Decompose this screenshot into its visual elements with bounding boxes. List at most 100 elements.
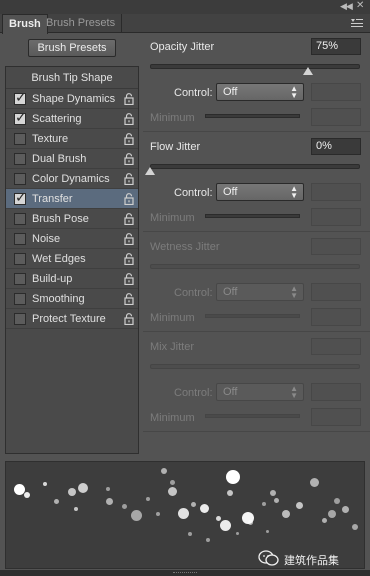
mix-jitter-control-dropdown[interactable]: Off ▲ ▼	[216, 383, 304, 401]
lock-icon[interactable]	[124, 253, 134, 266]
mix-jitter-slider[interactable]	[150, 364, 360, 369]
resize-grip-icon[interactable]	[173, 572, 197, 574]
opacity-jitter-slider[interactable]	[150, 64, 360, 69]
option-label[interactable]: Transfer	[32, 189, 73, 209]
option-smoothing[interactable]: Smoothing	[6, 289, 138, 309]
option-texture[interactable]: Texture	[6, 129, 138, 149]
option-label[interactable]: Color Dynamics	[32, 169, 110, 189]
option-label[interactable]: Shape Dynamics	[32, 89, 115, 109]
dropdown-arrows-icon: ▲ ▼	[290, 284, 298, 300]
option-checkbox[interactable]	[14, 90, 27, 106]
option-wet-edges[interactable]: Wet Edges	[6, 249, 138, 269]
lock-icon[interactable]	[124, 133, 134, 146]
option-checkbox[interactable]	[14, 293, 26, 305]
section-divider	[143, 131, 370, 132]
lock-icon[interactable]	[124, 233, 134, 246]
lock-icon[interactable]	[124, 153, 134, 166]
brush-dab	[78, 483, 88, 493]
mix-jitter-control-field[interactable]	[311, 383, 361, 401]
option-checkbox[interactable]	[14, 313, 26, 325]
lock-icon[interactable]	[124, 113, 134, 126]
option-label[interactable]: Dual Brush	[32, 149, 86, 169]
option-transfer[interactable]: Transfer	[6, 189, 138, 209]
option-checkbox[interactable]	[14, 213, 26, 225]
lock-icon[interactable]	[124, 173, 134, 186]
option-label[interactable]: Build-up	[32, 269, 72, 289]
option-label[interactable]: Scattering	[32, 109, 82, 129]
opacity-jitter-minimum-slider[interactable]	[205, 114, 300, 118]
lock-icon[interactable]	[124, 273, 134, 286]
opacity-jitter-value-field[interactable]: 75%	[311, 38, 361, 55]
lock-icon[interactable]	[124, 293, 134, 306]
brush-dab	[310, 478, 319, 487]
brush-presets-button[interactable]: Brush Presets	[28, 39, 116, 57]
option-color-dynamics[interactable]: Color Dynamics	[6, 169, 138, 189]
option-checkbox[interactable]	[14, 273, 26, 285]
flow-jitter-slider-thumb[interactable]	[145, 167, 155, 175]
option-label[interactable]: Texture	[32, 129, 68, 149]
brush-tip-shape-item[interactable]: Brush Tip Shape	[6, 67, 138, 89]
brush-dab	[236, 532, 239, 535]
collapse-panel-icon[interactable]: ◀◀	[340, 1, 353, 12]
wetness-jitter-value-field[interactable]	[311, 238, 361, 255]
wetness-jitter-slider[interactable]	[150, 264, 360, 269]
wetness-jitter-control-field[interactable]	[311, 283, 361, 301]
wetness-jitter-control-dropdown[interactable]: Off ▲ ▼	[216, 283, 304, 301]
lock-icon[interactable]	[124, 93, 134, 106]
option-checkbox[interactable]	[14, 110, 27, 126]
lock-icon[interactable]	[124, 313, 134, 326]
control-value: Off	[223, 186, 238, 198]
tab-brush-presets[interactable]: Brush Presets	[40, 14, 123, 33]
opacity-jitter-control-field[interactable]	[311, 83, 361, 101]
option-noise[interactable]: Noise	[6, 229, 138, 249]
flow-jitter-minimum-slider[interactable]	[205, 214, 300, 218]
option-label[interactable]: Noise	[32, 229, 60, 249]
flow-jitter-value-field[interactable]: 0%	[311, 138, 361, 155]
option-checkbox[interactable]	[14, 133, 26, 145]
brush-dab	[270, 490, 276, 496]
option-protect-texture[interactable]: Protect Texture	[6, 309, 138, 329]
option-checkbox[interactable]	[14, 253, 26, 265]
control-value: Off	[223, 386, 238, 398]
option-label[interactable]: Smoothing	[32, 289, 85, 309]
lock-icon[interactable]	[124, 193, 134, 206]
wetness-jitter-minimum-field[interactable]	[311, 308, 361, 326]
option-brush-pose[interactable]: Brush Pose	[6, 209, 138, 229]
option-checkbox[interactable]	[14, 190, 27, 206]
panel-menu-icon[interactable]	[350, 17, 364, 29]
flow-jitter-control-field[interactable]	[311, 183, 361, 201]
flow-jitter-minimum-field[interactable]	[311, 208, 361, 226]
close-panel-icon[interactable]: ✕	[356, 0, 364, 11]
option-checkbox[interactable]	[14, 233, 26, 245]
wetness-jitter-minimum-slider[interactable]	[205, 314, 300, 318]
lock-icon[interactable]	[124, 213, 134, 226]
option-scattering[interactable]: Scattering	[6, 109, 138, 129]
option-checkbox[interactable]	[14, 153, 26, 165]
option-label[interactable]: Protect Texture	[32, 309, 106, 329]
mix-jitter-minimum-field[interactable]	[311, 408, 361, 426]
option-dual-brush[interactable]: Dual Brush	[6, 149, 138, 169]
option-label[interactable]: Wet Edges	[32, 249, 86, 269]
brush-dab	[161, 468, 167, 474]
transfer-settings: Opacity Jitter 75% Control: Off ▲ ▼ Minimum Flo…	[143, 34, 370, 454]
brush-dab	[156, 512, 160, 516]
brush-dab	[168, 487, 177, 496]
flow-jitter-control-dropdown[interactable]: Off ▲ ▼	[216, 183, 304, 201]
watermark-text: 建筑作品集	[284, 555, 339, 567]
option-shape-dynamics[interactable]: Shape Dynamics	[6, 89, 138, 109]
option-label[interactable]: Brush Pose	[32, 209, 89, 229]
brush-dab	[220, 520, 231, 531]
opacity-jitter-slider-thumb[interactable]	[302, 67, 313, 75]
mix-jitter-section: Mix Jitter Control: Off ▲ ▼ Minimum	[143, 334, 370, 434]
opacity-jitter-minimum-field[interactable]	[311, 108, 361, 126]
mix-jitter-minimum-slider[interactable]	[205, 414, 300, 418]
brush-dab	[282, 510, 290, 518]
section-divider	[143, 331, 370, 332]
option-checkbox[interactable]	[14, 173, 26, 185]
brush-dab	[227, 490, 233, 496]
flow-jitter-slider[interactable]	[150, 164, 360, 169]
opacity-jitter-control-dropdown[interactable]: Off ▲ ▼	[216, 83, 304, 101]
mix-jitter-value-field[interactable]	[311, 338, 361, 355]
option-build-up[interactable]: Build-up	[6, 269, 138, 289]
brush-dab	[54, 499, 59, 504]
